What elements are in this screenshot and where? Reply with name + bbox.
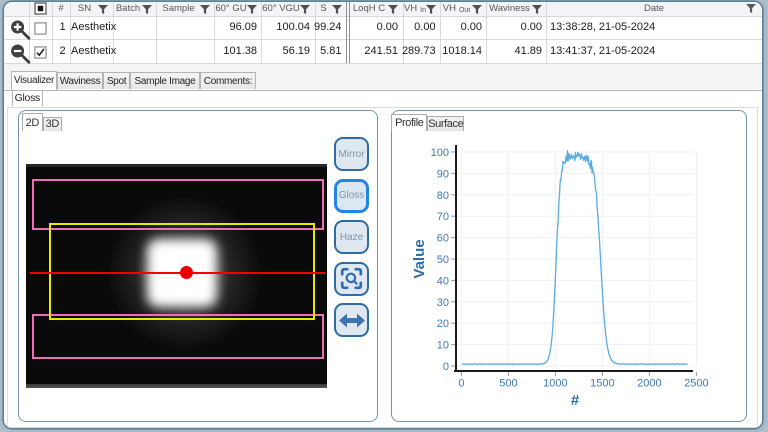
svg-text:2000: 2000	[637, 378, 661, 390]
svg-text:20: 20	[437, 318, 449, 330]
svg-text:1500: 1500	[590, 378, 614, 390]
svg-text:80: 80	[437, 190, 449, 202]
svg-text:1000: 1000	[543, 378, 567, 390]
svg-text:500: 500	[499, 378, 517, 390]
svg-text:0: 0	[443, 361, 449, 373]
svg-text:#: #	[571, 392, 580, 409]
svg-text:30: 30	[437, 297, 449, 309]
svg-text:60: 60	[437, 233, 449, 245]
svg-text:50: 50	[437, 254, 449, 266]
svg-text:90: 90	[437, 168, 449, 180]
svg-text:2500: 2500	[684, 378, 708, 390]
svg-text:0: 0	[458, 378, 464, 390]
svg-text:Value: Value	[411, 239, 428, 278]
svg-text:70: 70	[437, 211, 449, 223]
svg-text:40: 40	[437, 275, 449, 287]
svg-text:100: 100	[431, 147, 449, 159]
svg-text:10: 10	[437, 340, 449, 352]
